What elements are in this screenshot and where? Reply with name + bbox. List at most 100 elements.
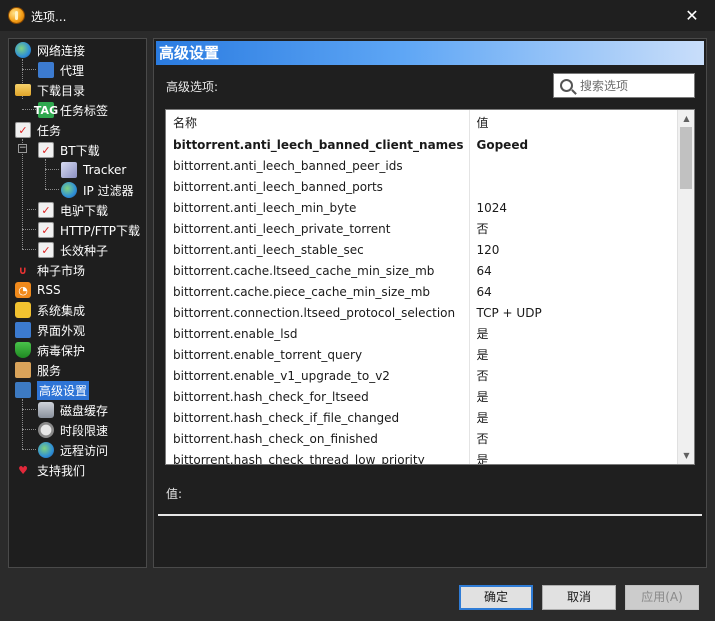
value-field[interactable] — [158, 514, 702, 516]
tree-connector — [22, 399, 23, 449]
search-box[interactable] — [553, 73, 695, 98]
scroll-up-icon[interactable]: ▲ — [678, 110, 694, 127]
option-name-cell: bittorrent.hash_check_on_finished — [166, 428, 470, 449]
tree-item-proxy[interactable]: 代理 — [38, 60, 84, 80]
table-row[interactable]: bittorrent.enable_v1_upgrade_to_v2 否 — [166, 365, 678, 386]
tree-item-label: 远程访问 — [60, 443, 109, 458]
tree-item-label: 网络连接 — [37, 43, 86, 58]
table-row[interactable]: bittorrent.anti_leech_private_torrent 否 — [166, 218, 678, 239]
tree-item-advanced[interactable]: 高级设置 — [15, 380, 90, 400]
table-row[interactable]: bittorrent.anti_leech_banned_client_name… — [166, 134, 678, 155]
tree-item-http-ftp[interactable]: HTTP/FTP下载 — [38, 220, 140, 240]
option-value-cell — [469, 155, 678, 176]
table-row[interactable]: bittorrent.hash_check_on_finished 否 — [166, 428, 678, 449]
option-name-cell: bittorrent.hash_check_for_ltseed — [166, 386, 470, 407]
option-value-cell: 否 — [476, 369, 489, 383]
globe-icon — [15, 42, 31, 58]
table-row[interactable]: bittorrent.connection.ltseed_protocol_se… — [166, 302, 678, 323]
tree-item-tasks[interactable]: 任务 — [15, 120, 61, 140]
tree-item-label: 高级设置 — [37, 380, 90, 400]
tree-connector — [22, 69, 36, 70]
option-name-cell: bittorrent.anti_leech_banned_client_name… — [166, 134, 470, 155]
tree-item-scheduler[interactable]: 时段限速 — [38, 420, 108, 440]
clipboard-icon — [38, 202, 54, 218]
tree-item-ip-filter[interactable]: IP 过滤器 — [61, 180, 134, 200]
column-header-value[interactable]: 值 — [469, 110, 678, 134]
search-input[interactable] — [580, 78, 690, 93]
tree-item-download-folder[interactable]: 下载目录 — [15, 80, 85, 100]
tree-item-rss[interactable]: ◔ RSS — [15, 280, 61, 300]
tree-item-label: 系统集成 — [37, 303, 86, 318]
tree-connector — [27, 209, 36, 210]
advanced-settings-panel: 高级设置 高级选项: 名称 值 bittorrent.anti_leech_ba… — [153, 38, 707, 568]
globe-icon — [61, 182, 77, 198]
tree-item-long-seed[interactable]: 长效种子 — [38, 240, 108, 260]
disk-icon — [38, 402, 54, 418]
tree-item-services[interactable]: 服务 — [15, 360, 61, 380]
tree-connector — [45, 169, 59, 170]
tree-item-appearance[interactable]: 界面外观 — [15, 320, 85, 340]
cancel-button[interactable]: 取消 — [542, 585, 616, 610]
tree-item-label: BT下载 — [60, 143, 100, 158]
tag-icon: TAG — [33, 102, 59, 118]
option-value-cell: 是 — [476, 411, 489, 425]
tree-item-label: 界面外观 — [37, 323, 86, 338]
table-row[interactable]: bittorrent.cache.piece_cache_min_size_mb… — [166, 281, 678, 302]
tree-item-torrent-market[interactable]: ∪ 种子市场 — [15, 260, 85, 280]
column-header-name[interactable]: 名称 — [166, 110, 470, 134]
tree-item-task-tags[interactable]: TAG 任务标签 — [33, 100, 108, 120]
tree-item-system-integration[interactable]: 系统集成 — [15, 300, 85, 320]
tree-item-ed2k[interactable]: 电驴下载 — [38, 200, 108, 220]
ok-button[interactable]: 确定 — [459, 585, 533, 610]
close-button[interactable]: ✕ — [669, 0, 715, 31]
table-scrollbar[interactable]: ▲ ▼ — [677, 110, 694, 464]
tree-item-label: 种子市场 — [37, 263, 86, 278]
service-icon — [15, 362, 31, 378]
clipboard-icon — [38, 142, 54, 158]
tree-item-tracker[interactable]: Tracker — [61, 160, 126, 180]
tree-item-label: 服务 — [37, 363, 62, 378]
option-name-cell: bittorrent.anti_leech_private_torrent — [166, 218, 470, 239]
tree-item-virus-protection[interactable]: 病毒保护 — [15, 340, 85, 360]
tree-item-label: 代理 — [60, 63, 85, 78]
table-row[interactable]: bittorrent.anti_leech_min_byte 1024 — [166, 197, 678, 218]
table-row[interactable]: bittorrent.anti_leech_banned_peer_ids — [166, 155, 678, 176]
option-value-cell: 64 — [476, 284, 492, 299]
option-name-cell: bittorrent.anti_leech_banned_ports — [166, 176, 470, 197]
close-icon: ✕ — [685, 6, 699, 25]
option-value-cell — [469, 176, 678, 197]
tree-item-support-us[interactable]: ♥ 支持我们 — [15, 460, 85, 480]
app-icon — [8, 7, 25, 24]
collapse-toggle[interactable]: − — [18, 144, 27, 153]
clipboard-icon — [15, 122, 31, 138]
option-value-cell: 否 — [476, 222, 489, 236]
tree-item-remote-access[interactable]: 远程访问 — [38, 440, 108, 460]
apply-button[interactable]: 应用(A) — [625, 585, 699, 610]
table-row[interactable]: bittorrent.anti_leech_banned_ports — [166, 176, 678, 197]
scroll-down-icon[interactable]: ▼ — [678, 447, 694, 464]
tree-item-network[interactable]: 网络连接 — [15, 40, 85, 60]
window-title: 选项... — [31, 10, 67, 24]
tree-item-label: 磁盘缓存 — [60, 403, 109, 418]
tree-item-label: IP 过滤器 — [83, 183, 134, 198]
option-name-cell: bittorrent.enable_lsd — [166, 323, 470, 344]
table-row[interactable]: bittorrent.enable_lsd 是 — [166, 323, 678, 344]
option-name-cell: bittorrent.hash_check_thread_low_priorit… — [166, 449, 470, 464]
tree-item-disk-cache[interactable]: 磁盘缓存 — [38, 400, 108, 420]
table-row[interactable]: bittorrent.hash_check_if_file_changed 是 — [166, 407, 678, 428]
table-row[interactable]: bittorrent.anti_leech_stable_sec 120 — [166, 239, 678, 260]
puzzle-icon — [15, 302, 31, 318]
scroll-thumb[interactable] — [680, 127, 692, 189]
options-tree: − 网络连接 代理 下载目录 TAG 任务标签 任务 BT下载 Tracker … — [8, 38, 147, 568]
tree-item-bt-download[interactable]: BT下载 — [38, 140, 100, 160]
table-row[interactable]: bittorrent.hash_check_thread_low_priorit… — [166, 449, 678, 464]
palette-icon — [15, 322, 31, 338]
table-row[interactable]: bittorrent.enable_torrent_query 是 — [166, 344, 678, 365]
table-row[interactable]: bittorrent.cache.ltseed_cache_min_size_m… — [166, 260, 678, 281]
option-name-cell: bittorrent.cache.piece_cache_min_size_mb — [166, 281, 470, 302]
table-row[interactable]: bittorrent.hash_check_for_ltseed 是 — [166, 386, 678, 407]
tree-connector — [22, 449, 36, 450]
heart-icon: ♥ — [18, 463, 28, 477]
search-icon — [560, 79, 573, 92]
clipboard-icon — [38, 222, 54, 238]
